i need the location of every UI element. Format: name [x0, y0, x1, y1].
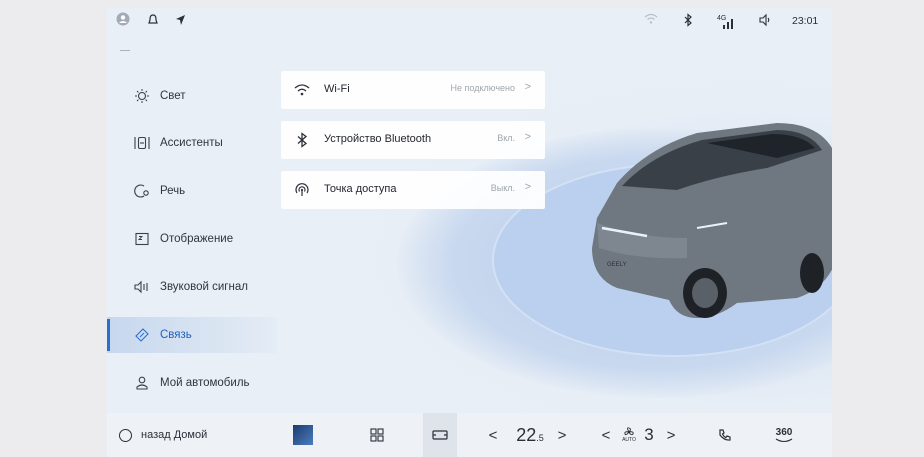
fan-decrease-button[interactable]: <: [597, 413, 615, 457]
apps-grid-button[interactable]: [362, 413, 392, 457]
voice-icon: [132, 181, 152, 201]
sun-icon: [132, 86, 152, 106]
phone-button[interactable]: [713, 413, 737, 457]
person-icon: [132, 373, 152, 393]
profile-icon[interactable]: [116, 12, 130, 31]
bluetooth-icon: [293, 131, 311, 149]
hotspot-title: Точка доступа: [324, 183, 397, 195]
clock: 23:01: [792, 15, 819, 27]
bluetooth-status: Вкл.: [497, 133, 515, 143]
signal-icon: 4G: [717, 12, 735, 37]
sidebar-item-assistants[interactable]: Ассистенты: [107, 125, 277, 161]
hotspot-icon: [293, 181, 311, 199]
sidebar-item-label: Отображение: [160, 233, 234, 245]
chevron-left-icon: <: [488, 426, 498, 444]
album-art-icon: [293, 425, 313, 445]
phone-icon: [719, 429, 731, 441]
scroll-indicator: [120, 50, 130, 51]
apps-grid-icon: [370, 428, 384, 442]
temperature-value: 22: [516, 424, 537, 445]
screen: 4G 23:01 GEELY Свет Ассистенты Речь Отоб…: [107, 8, 832, 457]
sidebar-item-label: Речь: [160, 185, 186, 197]
display-icon: [132, 229, 152, 249]
link-icon: [132, 325, 152, 345]
sidebar-item-label: Свет: [160, 90, 186, 102]
bluetooth-card[interactable]: Устройство Bluetooth Вкл. >: [281, 121, 545, 159]
chevron-right-icon: >: [524, 181, 531, 193]
temperature-display: 22.5: [505, 413, 555, 457]
temperature-decimal: .5: [536, 433, 544, 443]
sidebar-item-light[interactable]: Свет: [107, 78, 277, 114]
sidebar-item-my-car[interactable]: Мой автомобиль: [107, 365, 277, 401]
active-indicator: [107, 319, 110, 351]
fan-level: 3: [640, 413, 658, 457]
camera-360-button[interactable]: 360: [769, 413, 799, 457]
fan-level-value: 3: [644, 425, 654, 444]
chevron-right-icon: >: [524, 81, 531, 93]
sidebar-item-label: Мой автомобиль: [160, 377, 250, 389]
home-button[interactable]: назад Домой: [119, 413, 239, 457]
signal-type: 4G: [717, 15, 727, 22]
chevron-left-icon: <: [601, 426, 611, 444]
bell-icon[interactable]: [147, 13, 159, 32]
sidebar-item-label: Ассистенты: [160, 137, 223, 149]
fan-auto-label: AUTO: [622, 437, 636, 443]
media-thumbnail[interactable]: [292, 413, 314, 457]
wifi-title: Wi-Fi: [324, 83, 350, 95]
car-control-icon: [432, 430, 448, 440]
chevron-right-icon: >: [666, 426, 676, 444]
assist-icon: [132, 133, 152, 153]
bluetooth-title: Устройство Bluetooth: [324, 133, 432, 145]
sidebar-item-label: Звуковой сигнал: [160, 281, 248, 293]
camera-360-label: 360: [775, 426, 793, 438]
home-label: назад Домой: [141, 429, 208, 441]
sidebar-item-sound[interactable]: Звуковой сигнал: [107, 269, 277, 305]
wifi-status: Не подключено: [450, 83, 515, 93]
status-bar: 4G 23:01: [107, 8, 832, 36]
rotate-arc-icon: [775, 438, 793, 442]
wifi-card[interactable]: Wi-Fi Не подключено >: [281, 71, 545, 109]
chevron-right-icon: >: [557, 426, 567, 444]
home-circle-icon: [119, 428, 132, 442]
hotspot-card[interactable]: Точка доступа Выкл. >: [281, 171, 545, 209]
car-badge: GEELY: [607, 262, 627, 268]
sidebar-item-speech[interactable]: Речь: [107, 173, 277, 209]
fan-icon: AUTO: [619, 413, 639, 457]
sound-icon: [132, 277, 152, 297]
fan-increase-button[interactable]: >: [662, 413, 680, 457]
bluetooth-status-icon: [683, 13, 693, 32]
bottom-dock: назад Домой < 22.5 > < AUTO 3 > 360: [107, 413, 832, 457]
volume-icon[interactable]: [758, 13, 772, 32]
temp-decrease-button[interactable]: <: [484, 413, 502, 457]
sidebar-item-display[interactable]: Отображение: [107, 221, 277, 257]
car-image: GEELY: [592, 123, 832, 318]
hotspot-status: Выкл.: [490, 183, 515, 193]
sidebar-item-label: Связь: [160, 329, 192, 341]
chevron-right-icon: >: [524, 131, 531, 143]
temp-increase-button[interactable]: >: [553, 413, 571, 457]
car-control-button[interactable]: [423, 413, 457, 457]
wifi-status-icon: [644, 13, 658, 30]
sidebar-item-connection[interactable]: Связь: [107, 317, 277, 353]
location-arrow-icon[interactable]: [174, 13, 186, 32]
wifi-icon: [293, 81, 311, 99]
